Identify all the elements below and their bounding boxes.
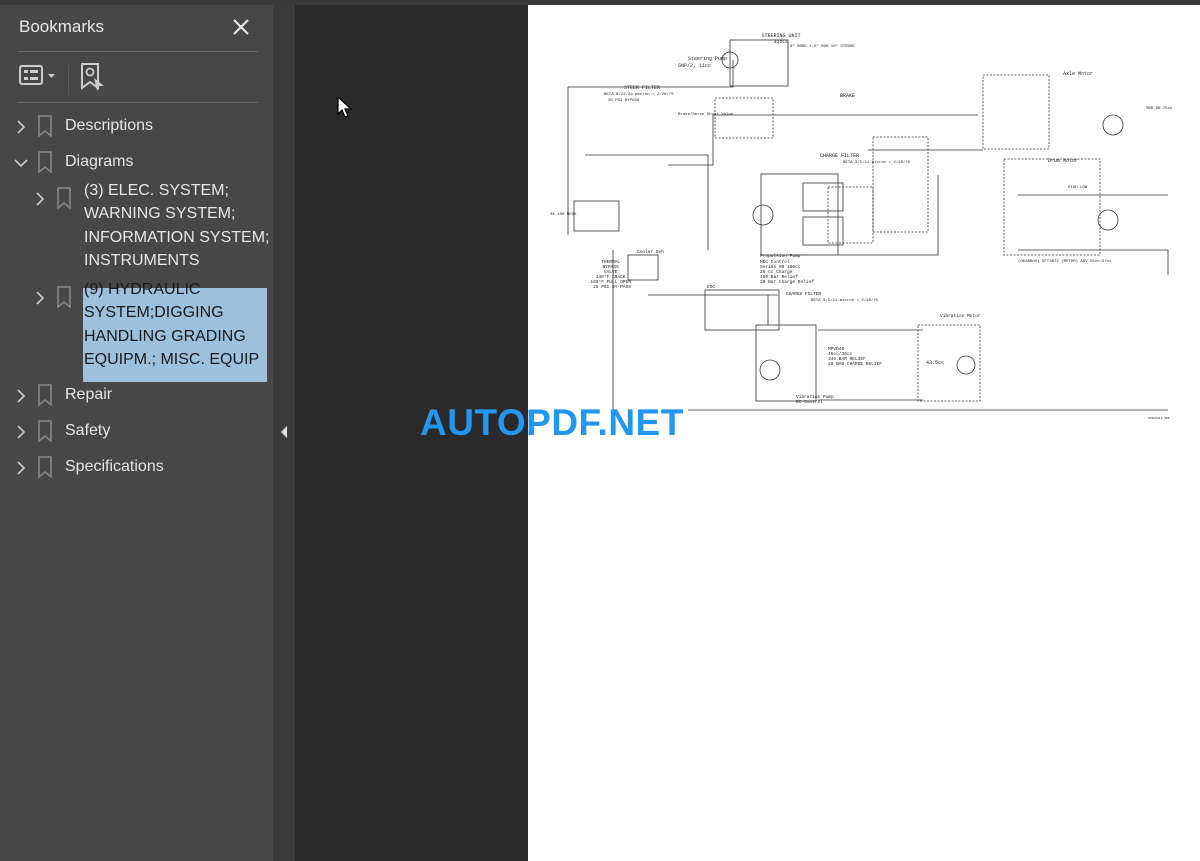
label-line: WARNING SYSTEM; [84,205,236,223]
label-line: (9) HYDRAULIC [84,281,201,298]
bookmark-options-icon[interactable] [18,63,60,89]
bookmark-label: Safety [65,422,111,439]
drawing-id: S0650313_606 [1148,417,1170,420]
diagram-label: 3X 100 MESH [550,213,577,217]
chevron-right-icon[interactable] [14,461,28,475]
diagram-label: HIGH LOW [1068,186,1088,190]
label-line: INFORMATION SYSTEM; [84,228,270,246]
label-line: INSTRUMENTS [84,251,200,269]
bookmark-icon [38,384,52,406]
diagram-label: BRAKE [840,93,855,99]
bookmark-label: (9) HYDRAULIC SYSTEM;DIGGING HANDLING GR… [84,278,259,371]
diagram-label: DC Control [796,399,823,405]
diagram-label: CHARGE FILTER [786,291,821,297]
diagram-label: Brake/Serve Shunt Valve [678,112,734,117]
diagram-label: Drum Motor [1048,158,1078,164]
diagram-label: 315CC [773,39,788,45]
diagram-label: 25 PSI BYPASS [608,99,640,103]
label-line: EQUIPM.; MISC. EQUIP [84,350,260,368]
diagram-label: Vibration Motor [940,313,981,319]
label-line: SYSTEM;DIGGING [84,304,224,322]
diagram-label: CHARGE FILTER [820,153,859,159]
bookmark-label: Diagrams [65,153,134,170]
label-line: (3) ELEC. SYSTEM; [84,182,229,199]
diagram-label: Steering Pump [688,56,727,62]
mouse-cursor-icon [337,96,353,118]
diagram-label: Cooler Ovh [637,249,664,255]
chevron-right-icon[interactable] [14,425,28,439]
label-line: HANDLING GRADING [84,327,246,345]
chevron-right-icon[interactable] [14,120,28,134]
bookmark-icon [57,286,71,308]
diagram-label: STEER FILTER [624,85,660,91]
diagram-label: BETA 9/22/24 micron = 2/20/75 [604,92,674,97]
divider [18,51,258,52]
bookmarks-panel: Bookmarks Descriptions Diagrams (3) ELEC… [0,5,273,861]
bookmark-label: (3) ELEC. SYSTEM; WARNING SYSTEM; INFORM… [84,179,269,272]
diagram-label: THERMAL BYPASS VALVE 140°F CRACK 185°F F… [590,259,633,290]
diagram-label: Axle Motor [1063,71,1093,77]
diagram-label: (GEARBOX) SFT3872 (MOTOR) A6V 55cc/27cc [1018,259,1112,264]
diagram-label: BETA 3/5/11 micron = 2/20/75 [843,160,911,165]
panel-title: Bookmarks [19,17,105,36]
bookmark-icon [38,115,52,137]
bookmark-label: Descriptions [65,117,154,134]
bookmark-label: Repair [65,386,113,403]
chevron-right-icon[interactable] [33,291,47,305]
diagram-label: 3" BORE 1.5" ROD 10" STROKE [790,44,855,49]
bookmark-icon [38,151,52,173]
diagram-label: SBR 90 75cc [1146,107,1173,111]
chevron-right-icon[interactable] [14,389,28,403]
diagram-label: Propulsion Pump [760,253,801,259]
bookmark-icon [57,187,71,209]
toolbar-separator [68,65,69,95]
collapse-panel-arrow-icon[interactable] [281,426,287,438]
diagram-label: 43.5cc [926,360,944,366]
bookmark-icon [38,456,52,478]
diagram-label: MPVD46 46cc/36cc 345 BAR RELIEF 20 BAR C… [828,346,882,367]
close-icon[interactable] [231,17,251,37]
find-current-bookmark-icon[interactable] [80,62,106,92]
chevron-down-icon[interactable] [14,156,28,170]
diagram-label: SNP/2, 11cc [678,63,711,69]
bookmark-label: Specifications [65,458,164,475]
diagram-label: EDC [707,284,715,290]
bookmark-icon [38,420,52,442]
diagram-label: MDC Control Series 90 100cc 26 cc Charge… [760,259,814,285]
diagram-label: BETA 3/5/11 micron = 2/20/75 [811,298,879,303]
chevron-right-icon[interactable] [33,192,47,206]
divider [18,102,258,103]
watermark: AUTOPDF.NET [420,402,684,443]
